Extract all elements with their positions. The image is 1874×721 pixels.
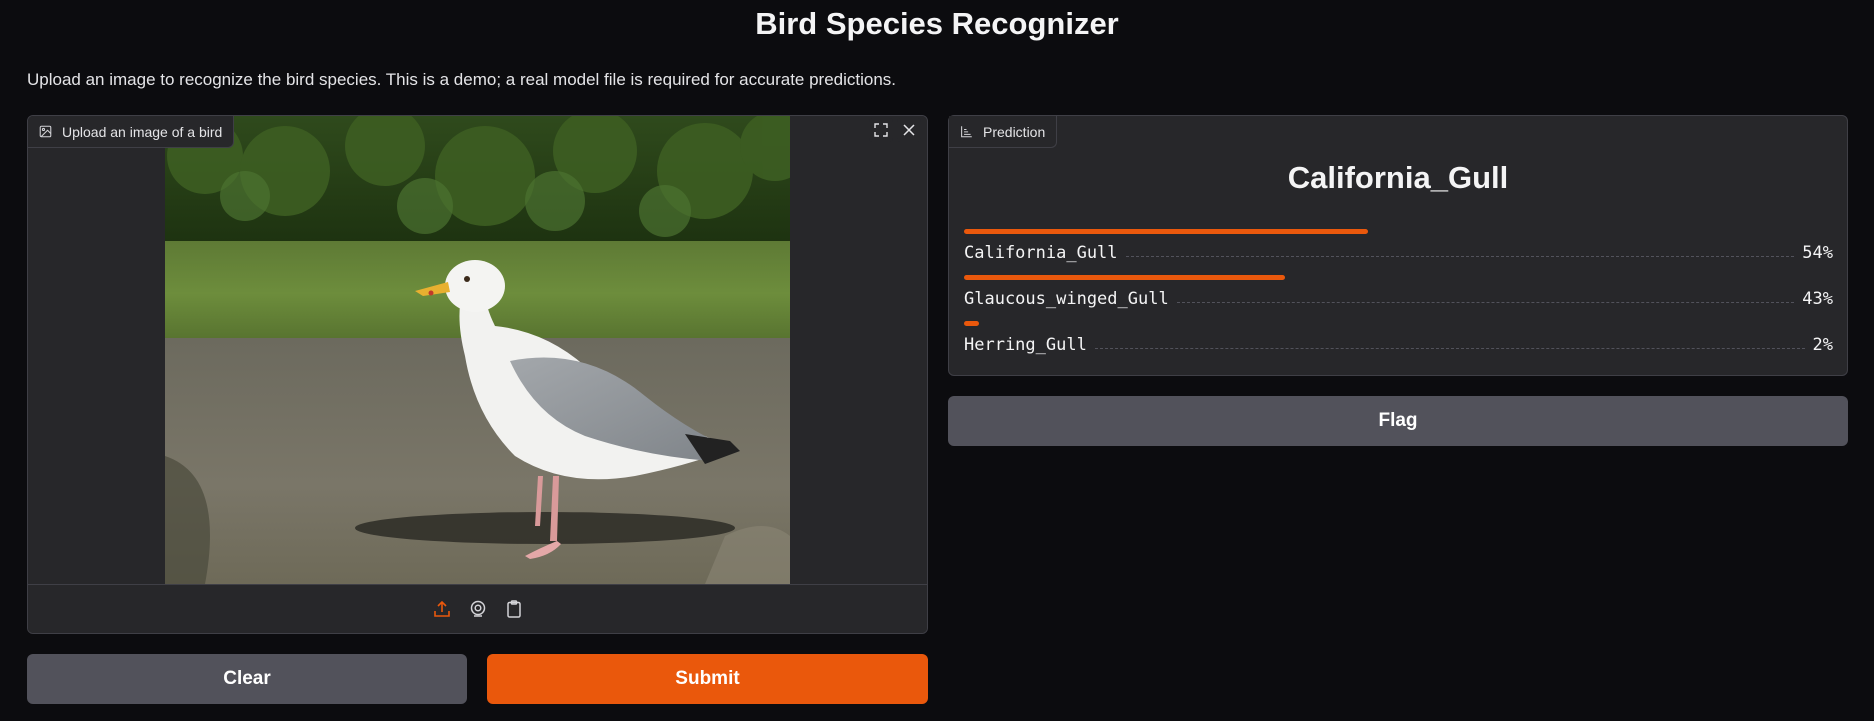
webcam-icon[interactable] [467,598,489,620]
submit-button[interactable]: Submit [487,654,928,704]
confidence-row[interactable]: Glaucous_winged_Gull 43% [964,275,1833,311]
confidence-leader [1125,256,1795,257]
prediction-label: Prediction [949,116,1058,148]
clear-button[interactable]: Clear [27,654,467,704]
confidence-row[interactable]: Herring_Gull 2% [964,321,1833,357]
app-root: Bird Species Recognizer Upload an image … [0,0,1874,721]
bar-chart-icon [961,126,972,138]
confidence-bar [964,229,1368,234]
image-input-label-text: Upload an image of a bird [62,123,223,140]
confidence-text: Herring_Gull 2% [964,331,1833,355]
confidence-bar [964,321,979,326]
confidence-text: Glaucous_winged_Gull 43% [964,285,1833,309]
confidence-leader [1176,302,1795,303]
bird-photo [165,116,790,584]
confidence-percent: 54% [1802,243,1833,263]
image-input-panel: Upload an image of a bird [27,115,928,634]
confidence-percent: 43% [1802,289,1833,309]
confidence-class-name: California_Gull [964,243,1118,263]
prediction-label-text: Prediction [983,123,1046,140]
image-tools [869,118,921,142]
confidence-row[interactable]: California_Gull 54% [964,229,1833,265]
confidence-class-name: Glaucous_winged_Gull [964,289,1169,309]
confidence-leader [1094,348,1805,349]
confidence-text: California_Gull 54% [964,239,1833,263]
image-input-label: Upload an image of a bird [28,116,235,148]
page-title: Bird Species Recognizer [755,6,1119,41]
predicted-class: California_Gull [1287,160,1509,195]
confidence-bar [964,275,1285,280]
prediction-panel: Prediction California_Gull California_Gu… [948,115,1848,376]
image-source-bar [28,584,927,633]
image-icon [39,125,52,138]
fullscreen-icon[interactable] [869,118,893,142]
image-preview-area[interactable] [28,116,927,584]
confidence-class-name: Herring_Gull [964,335,1087,355]
flag-button[interactable]: Flag [948,396,1848,446]
confidence-percent: 2% [1812,335,1833,355]
upload-icon[interactable] [431,598,453,620]
page-description: Upload an image to recognize the bird sp… [27,70,897,89]
clipboard-icon[interactable] [503,598,525,620]
close-icon[interactable] [897,118,921,142]
